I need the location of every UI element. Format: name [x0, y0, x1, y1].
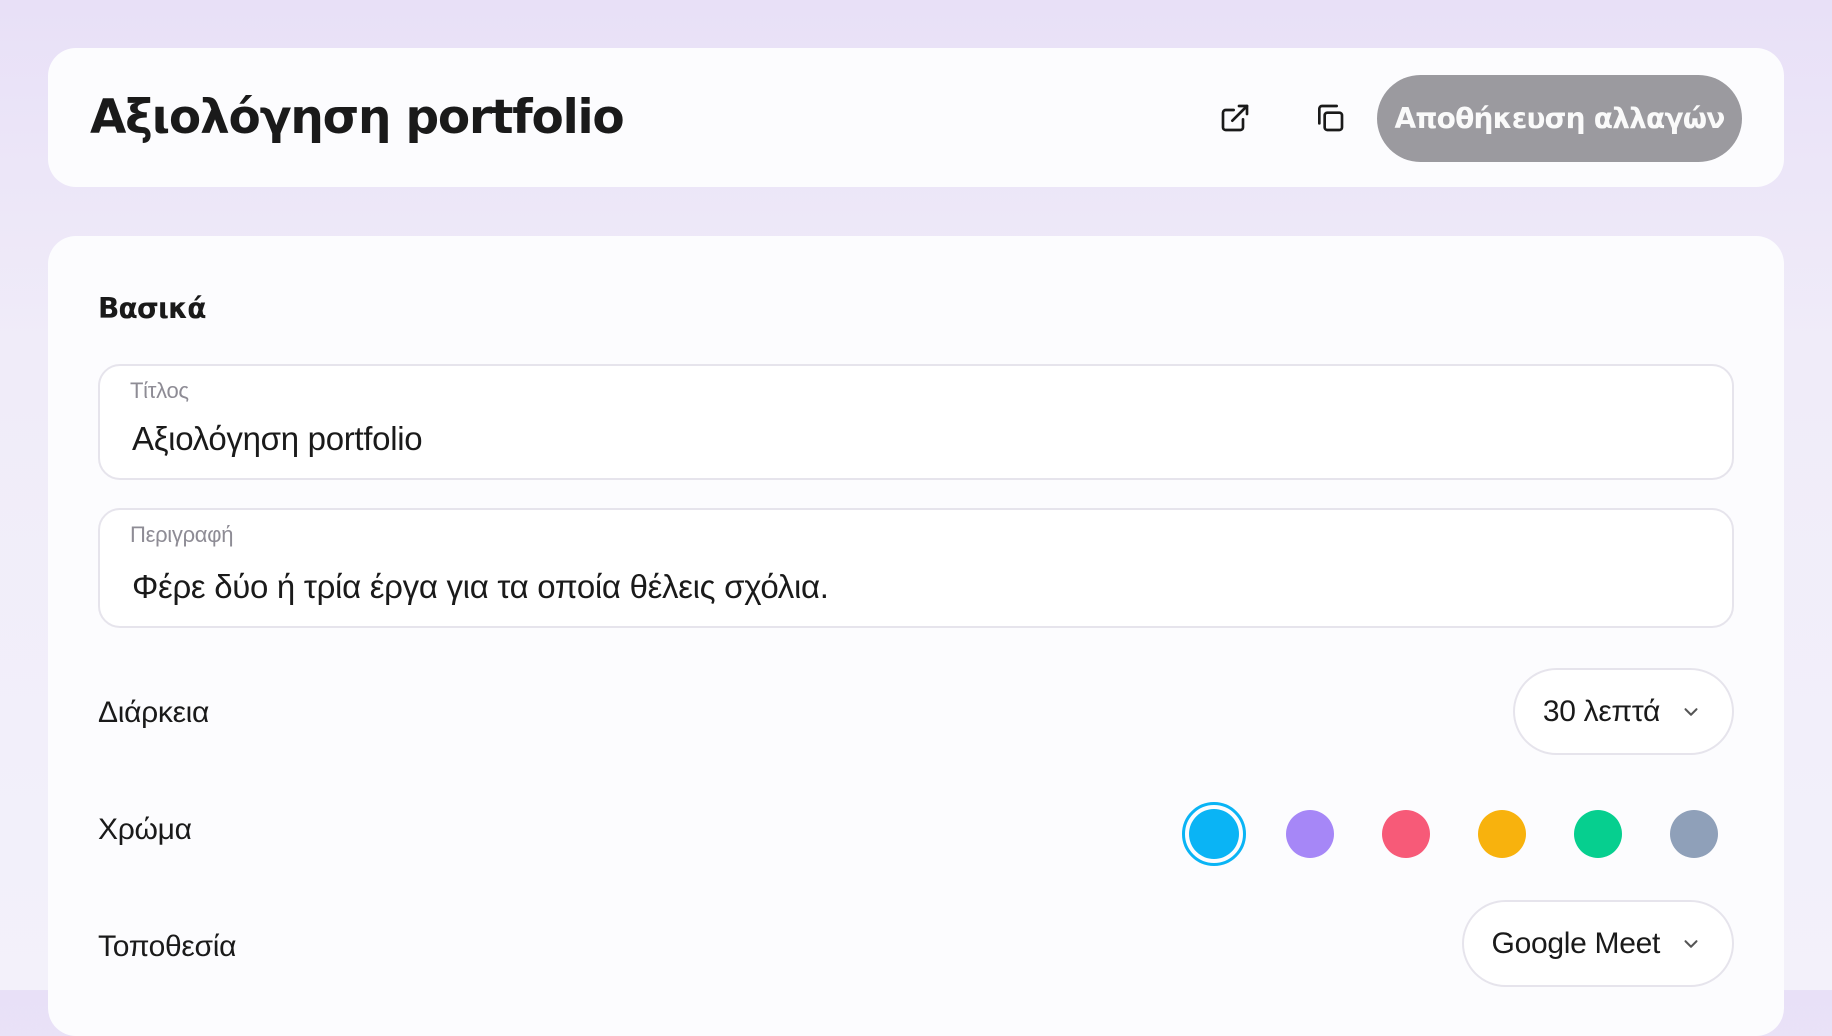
chevron-down-icon [1684, 707, 1698, 716]
location-label: Τοποθεσία [98, 930, 237, 963]
color-swatch-purple[interactable] [1286, 810, 1334, 858]
section-title: Βασικά [98, 292, 206, 325]
color-swatch-yellow[interactable] [1478, 810, 1526, 858]
duration-value: 30 λεπτά [1542, 694, 1660, 728]
description-field[interactable]: Περιγραφή Φέρε δύο ή τρία έργα για τα οπ… [98, 508, 1734, 628]
title-field[interactable]: Τίτλος Αξιολόγηση portfolio [98, 364, 1734, 480]
duration-label: Διάρκεια [98, 696, 210, 729]
copy-button[interactable] [1300, 88, 1360, 148]
title-field-label: Τίτλος [130, 378, 189, 403]
chevron-down-icon [1684, 939, 1698, 948]
duration-select[interactable]: 30 λεπτά [1512, 668, 1734, 755]
color-swatch-green[interactable] [1574, 810, 1622, 858]
external-link-icon [1221, 104, 1249, 132]
color-label: Χρώμα [98, 813, 192, 846]
location-value: Google Meet [1491, 926, 1661, 960]
location-select[interactable]: Google Meet [1461, 900, 1734, 987]
header-bar: Αξιολόγηση portfolio Αποθήκευση αλλαγών [48, 48, 1784, 187]
color-picker [1182, 802, 1718, 866]
save-changes-button[interactable]: Αποθήκευση αλλαγών [1377, 75, 1742, 162]
color-swatch-pink[interactable] [1382, 810, 1430, 858]
basics-card: Βασικά Τίτλος Αξιολόγηση portfolio Περιγ… [48, 236, 1784, 1036]
color-swatch-blue[interactable] [1182, 802, 1246, 866]
color-swatch-gray[interactable] [1670, 810, 1718, 858]
title-field-value[interactable]: Αξιολόγηση portfolio [132, 420, 423, 458]
description-field-value[interactable]: Φέρε δύο ή τρία έργα για τα οποία θέλεις… [132, 568, 829, 606]
copy-icon [1318, 104, 1344, 132]
open-link-button[interactable] [1205, 88, 1265, 148]
description-field-label: Περιγραφή [130, 522, 234, 547]
